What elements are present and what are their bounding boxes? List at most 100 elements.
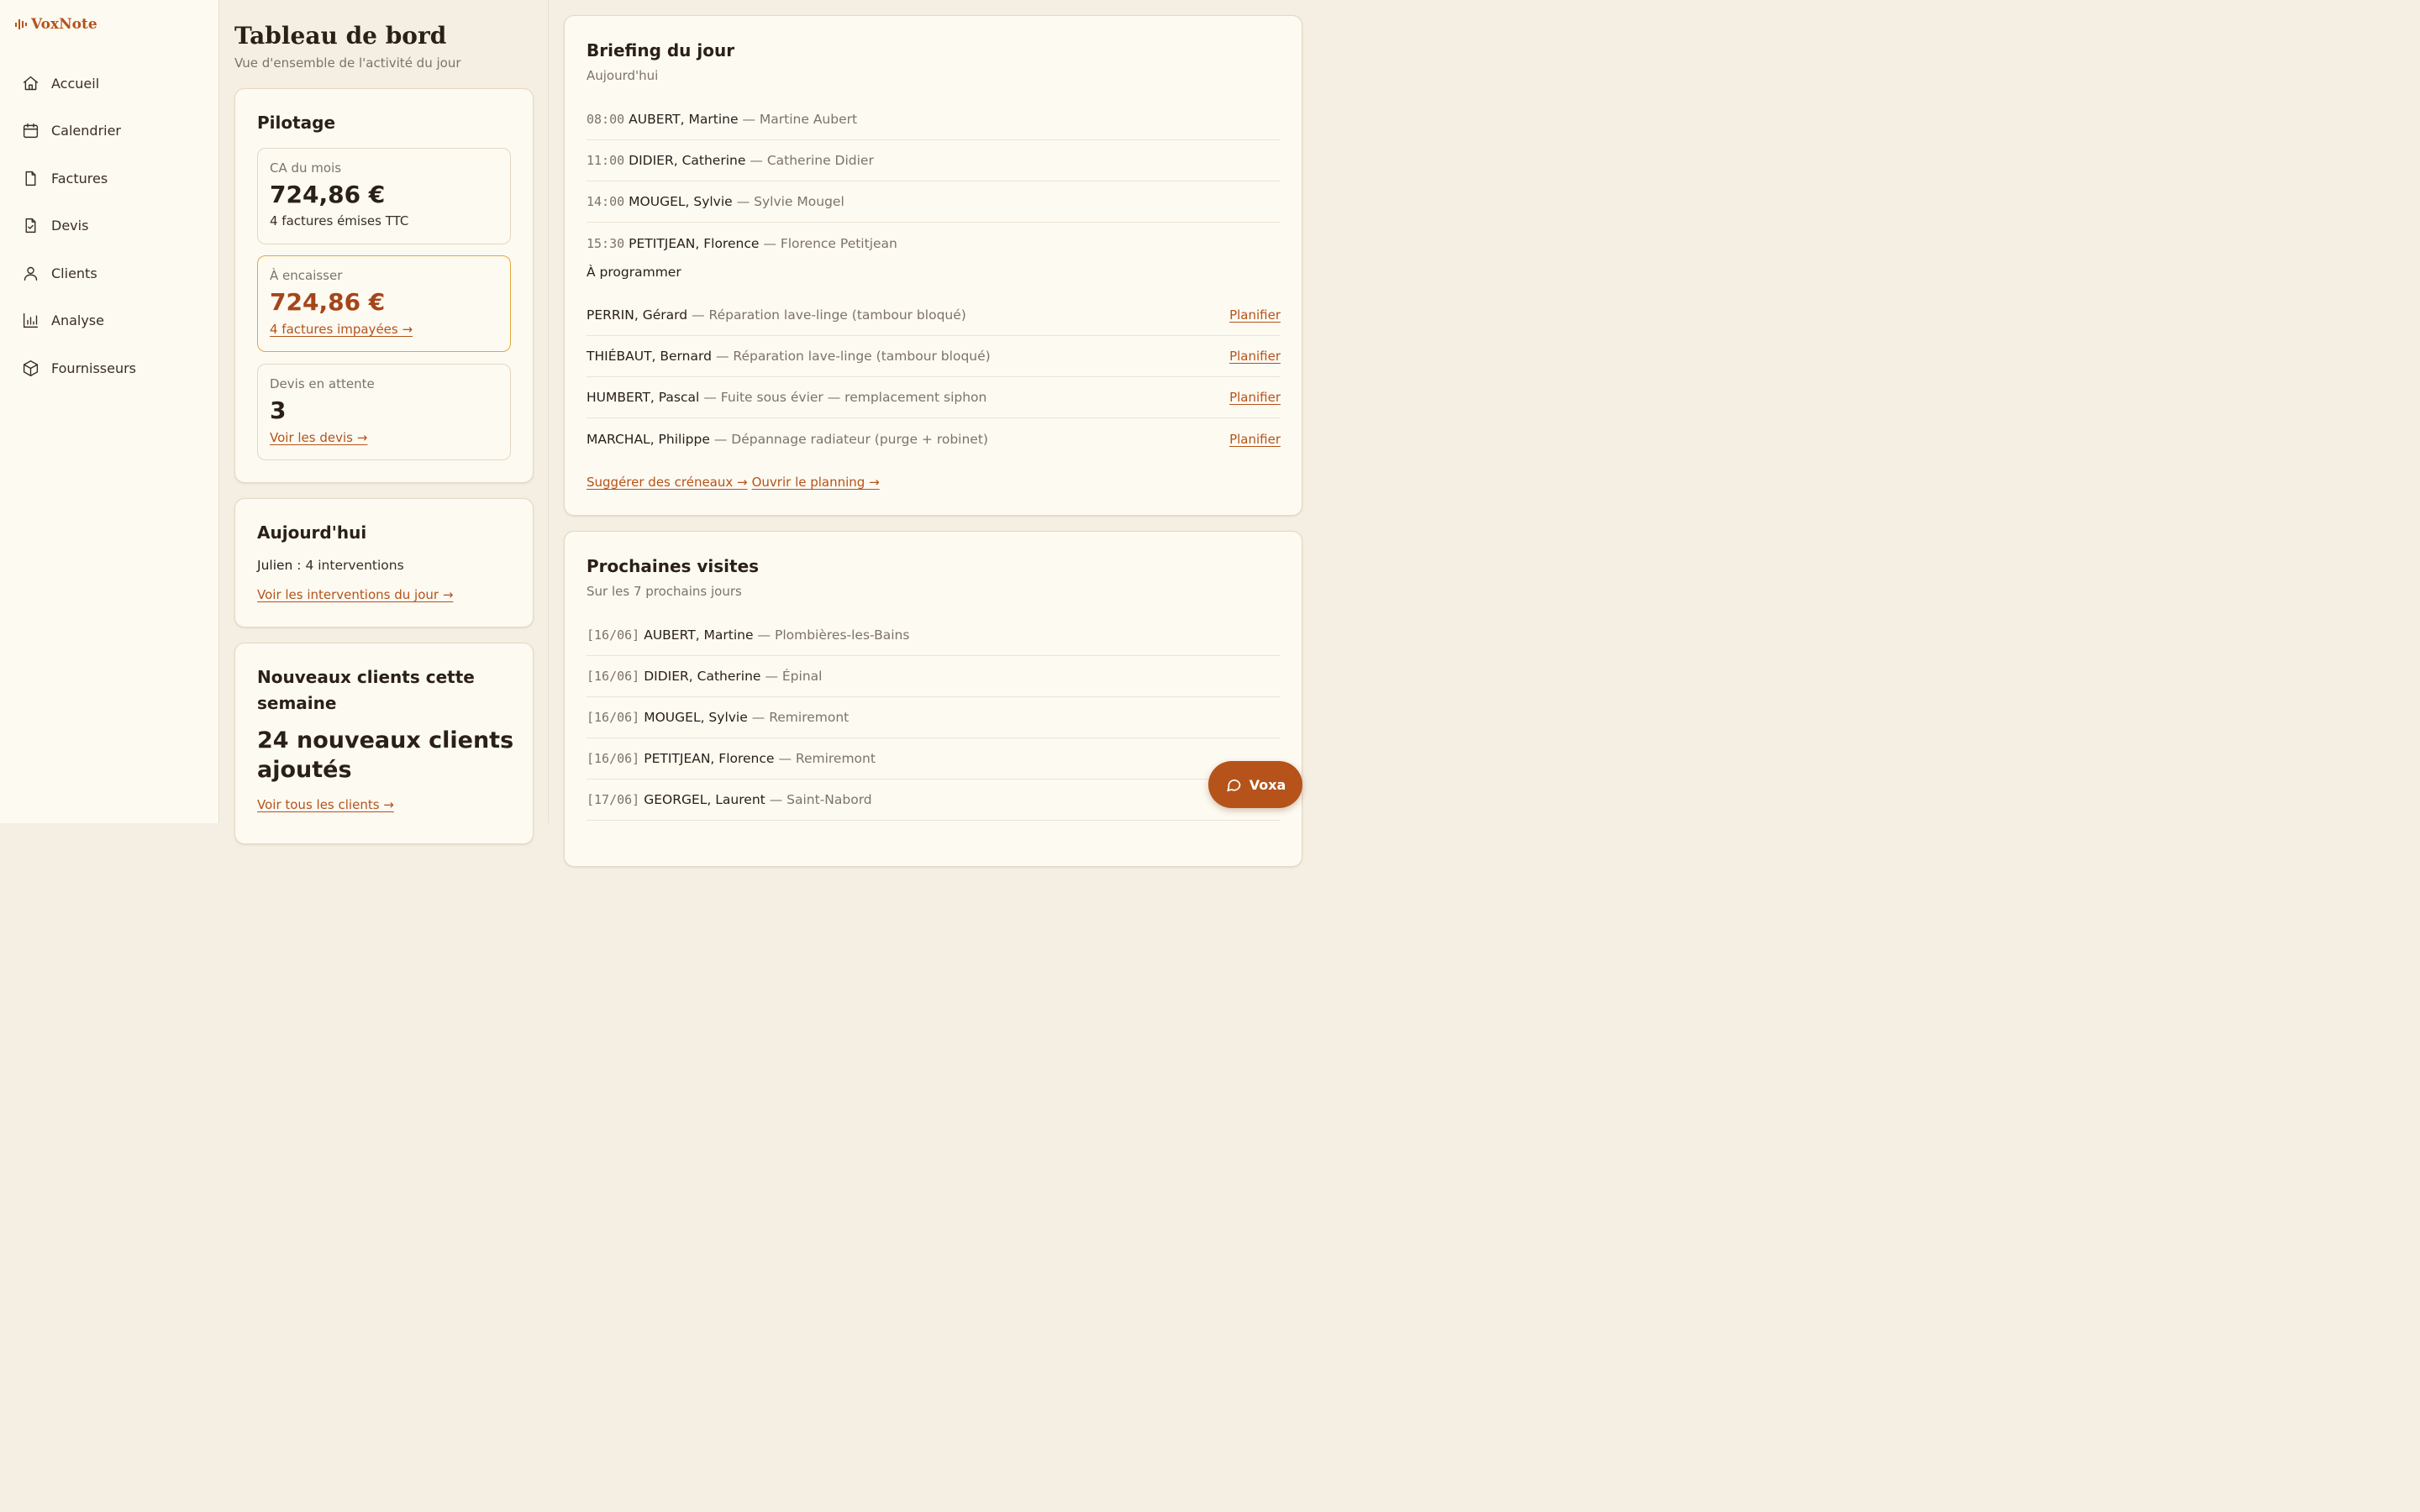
- visit-client: AUBERT, Martine: [644, 627, 754, 643]
- encaisser-stat: À encaisser 724,86 € 4 factures impayées…: [257, 255, 511, 352]
- app-root: VoxNote Accueil Calendrier Factures Devi…: [0, 0, 1318, 867]
- suggest-slots-link[interactable]: Suggérer des créneaux →: [587, 475, 748, 490]
- appointment-desc: — Florence Petitjean: [763, 235, 897, 251]
- visit-city: — Remiremont: [778, 751, 876, 766]
- visit-row[interactable]: [16/06] MOUGEL, Sylvie — Remiremont: [587, 697, 1281, 738]
- to-schedule-desc: — Réparation lave-linge (tambour bloqué): [692, 307, 966, 323]
- briefing-actions: Suggérer des créneaux → Ouvrir le planni…: [587, 475, 880, 490]
- appointment-row[interactable]: 08:00 AUBERT, Martine — Martine Aubert: [587, 99, 1281, 140]
- unpaid-invoices-link[interactable]: 4 factures impayées →: [270, 322, 413, 337]
- sidebar-item-label: Accueil: [51, 75, 100, 92]
- visit-date: [16/06]: [587, 751, 640, 766]
- home-icon: [23, 76, 39, 90]
- new-clients-title: Nouveaux clients cette semaine: [257, 667, 475, 713]
- to-schedule-row: HUMBERT, Pascal — Fuite sous évier — rem…: [587, 377, 1281, 418]
- voxa-label: Voxa: [1249, 776, 1286, 793]
- pilotage-title: Pilotage: [257, 113, 336, 133]
- sidebar-item-label: Analyse: [51, 312, 104, 329]
- schedule-button[interactable]: Planifier: [1229, 349, 1281, 364]
- page-title: Tableau de bord: [234, 22, 447, 50]
- to-schedule-desc: — Dépannage radiateur (purge + robinet): [713, 431, 988, 447]
- visit-date: [17/06]: [587, 792, 640, 807]
- visits-title: Prochaines visites: [587, 556, 760, 576]
- intervention-count: : 4 interventions: [292, 558, 404, 573]
- app-name: VoxNote: [31, 16, 97, 33]
- sidebar-item-calendrier[interactable]: Calendrier: [22, 119, 136, 143]
- appointment-client: MOUGEL, Sylvie: [629, 194, 733, 209]
- ca-value: 724,86 €: [270, 181, 386, 208]
- sidebar-item-accueil[interactable]: Accueil: [22, 71, 136, 95]
- technician-name: Julien: [257, 558, 293, 573]
- visit-row[interactable]: [16/06] DIDIER, Catherine — Épinal: [587, 656, 1281, 697]
- appointment-row[interactable]: 15:30 PETITJEAN, Florence — Florence Pet…: [587, 223, 1281, 264]
- visit-city: — Épinal: [765, 669, 823, 684]
- chat-icon: [1226, 780, 1241, 792]
- visits-card: Prochaines visites Sur les 7 prochains j…: [564, 531, 1302, 867]
- visit-city: — Remiremont: [751, 710, 850, 725]
- visit-date: [16/06]: [587, 710, 640, 725]
- sidebar-item-label: Calendrier: [51, 123, 122, 139]
- to-schedule-client: PERRIN, Gérard: [587, 307, 688, 323]
- schedule-button[interactable]: Planifier: [1229, 307, 1281, 323]
- visit-city: — Plombières-les-Bains: [757, 627, 910, 643]
- new-clients-card: Nouveaux clients cette semaine 24 nouvea…: [234, 643, 534, 844]
- today-card: Aujourd'hui Julien : 4 interventions Voi…: [234, 498, 534, 627]
- app-logo[interactable]: VoxNote: [15, 16, 97, 33]
- appointment-client: AUBERT, Martine: [629, 112, 739, 127]
- visit-client: MOUGEL, Sylvie: [644, 710, 748, 725]
- appointment-time: 15:30: [587, 235, 625, 251]
- visit-client: DIDIER, Catherine: [644, 669, 761, 684]
- appointment-time: 14:00: [587, 194, 625, 209]
- overview-column: Tableau de bord Vue d'ensemble de l'acti…: [219, 0, 549, 844]
- sidebar-item-label: Factures: [51, 170, 108, 186]
- visit-client: GEORGEL, Laurent: [644, 792, 765, 807]
- briefing-card: Briefing du jour Aujourd'hui 08:00 AUBER…: [564, 15, 1302, 516]
- visit-client: PETITJEAN, Florence: [644, 751, 775, 766]
- to-schedule-desc: — Réparation lave-linge (tambour bloqué): [715, 349, 991, 364]
- voxa-assistant-button[interactable]: Voxa: [1208, 761, 1302, 808]
- box-icon: [23, 360, 39, 377]
- ca-label: CA du mois: [270, 160, 342, 176]
- to-schedule-client: HUMBERT, Pascal: [587, 390, 700, 405]
- today-summary: Julien : 4 interventions: [257, 558, 404, 573]
- sidebar-item-factures[interactable]: Factures: [22, 166, 136, 190]
- user-icon: [24, 266, 38, 281]
- to-schedule-client: MARCHAL, Philippe: [587, 431, 710, 447]
- encaisser-label: À encaisser: [270, 268, 343, 283]
- appointment-desc: — Sylvie Mougel: [736, 194, 844, 209]
- schedule-button[interactable]: Planifier: [1229, 432, 1281, 447]
- devis-stat: Devis en attente 3 Voir les devis →: [257, 364, 511, 460]
- appointment-client: DIDIER, Catherine: [629, 153, 746, 168]
- sidebar-item-fournisseurs[interactable]: Fournisseurs: [22, 357, 136, 381]
- ca-note: 4 factures émises TTC: [270, 213, 409, 228]
- appointment-desc: — Catherine Didier: [750, 153, 874, 168]
- visit-row[interactable]: [17/06] GEORGEL, Laurent — Saint-Nabord: [587, 780, 1281, 821]
- schedule-button[interactable]: Planifier: [1229, 390, 1281, 405]
- visit-row[interactable]: [16/06] PETITJEAN, Florence — Remiremont: [587, 738, 1281, 780]
- view-quotes-link[interactable]: Voir les devis →: [270, 430, 367, 445]
- pilotage-card: Pilotage CA du mois 724,86 € 4 factures …: [234, 88, 534, 483]
- soundwave-icon: [15, 19, 27, 29]
- encaisser-value: 724,86 €: [270, 288, 386, 316]
- appointment-row[interactable]: 14:00 MOUGEL, Sylvie — Sylvie Mougel: [587, 181, 1281, 223]
- visit-row[interactable]: [16/06] AUBERT, Martine — Plombières-les…: [587, 615, 1281, 656]
- appointment-row[interactable]: 11:00 DIDIER, Catherine — Catherine Didi…: [587, 140, 1281, 181]
- sidebar-item-label: Devis: [51, 218, 89, 234]
- all-clients-link[interactable]: Voir tous les clients →: [257, 797, 394, 812]
- visits-subtitle: Sur les 7 prochains jours: [587, 584, 742, 599]
- sidebar-item-label: Clients: [51, 265, 97, 281]
- briefing-title: Briefing du jour: [587, 40, 735, 60]
- sidebar-item-analyse[interactable]: Analyse: [22, 309, 136, 333]
- file-icon: [25, 171, 36, 186]
- today-title: Aujourd'hui: [257, 522, 367, 543]
- to-schedule-client: THIÉBAUT, Bernard: [587, 349, 712, 364]
- appointment-time: 08:00: [587, 112, 625, 127]
- open-planning-link[interactable]: Ouvrir le planning →: [752, 475, 880, 490]
- sidebar-item-label: Fournisseurs: [51, 360, 137, 377]
- today-interventions-link[interactable]: Voir les interventions du jour →: [257, 587, 453, 602]
- sidebar-item-devis[interactable]: Devis: [22, 214, 136, 238]
- to-schedule-row: MARCHAL, Philippe — Dépannage radiateur …: [587, 418, 1281, 459]
- bar-chart-icon: [23, 313, 39, 328]
- visit-date: [16/06]: [587, 627, 640, 643]
- sidebar-item-clients[interactable]: Clients: [22, 261, 136, 285]
